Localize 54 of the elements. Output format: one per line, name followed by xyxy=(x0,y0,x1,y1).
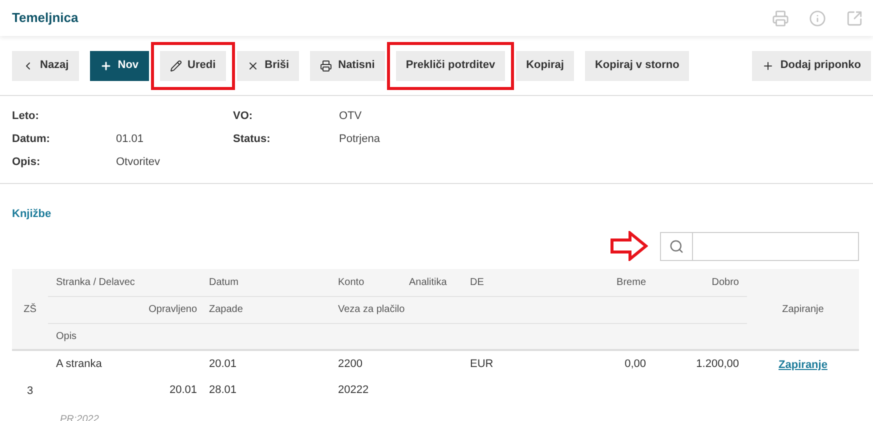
column-header: Zapade xyxy=(205,296,330,323)
back-button[interactable]: Nazaj xyxy=(12,50,79,80)
table-cell: 3 xyxy=(12,350,48,421)
print-button[interactable]: Natisni xyxy=(310,50,385,80)
plain-button[interactable]: Kopiraj v storno xyxy=(584,50,690,80)
column-header: Zapiranje xyxy=(747,269,859,350)
table-cell-text: 20.01 xyxy=(168,383,198,398)
table-cell: EUR xyxy=(462,350,560,377)
pencil-icon xyxy=(170,60,182,72)
field-label: VO: xyxy=(233,109,254,124)
column-header: Analitika xyxy=(405,269,462,296)
table-cell-text: 20222 xyxy=(337,383,370,398)
section-title: Knjižbe xyxy=(12,208,52,220)
column-header: Veza za plačilo xyxy=(330,296,462,323)
column-header: DE xyxy=(462,269,560,296)
plus-icon xyxy=(762,60,774,72)
field-value: Potrjena xyxy=(339,132,380,148)
attach-button[interactable]: Dodaj priponko xyxy=(752,50,871,80)
search-field[interactable] xyxy=(660,232,859,260)
closing-link[interactable]: Zapiranje xyxy=(778,359,828,371)
column-header: ZŠ xyxy=(12,269,48,350)
column-header: Konto xyxy=(330,269,405,296)
column-header: Stranka / Delavec xyxy=(48,269,205,296)
field-label: Datum: xyxy=(12,132,51,148)
close-icon xyxy=(246,60,259,72)
column-header: Dobro xyxy=(650,269,747,296)
table-cell: 0,00 xyxy=(560,350,650,377)
column-header: Opis xyxy=(48,323,747,350)
table-cell-text: 28.01 xyxy=(208,383,238,398)
table-cell: 1.200,00 xyxy=(650,350,747,377)
delete-button[interactable]: Briši xyxy=(236,50,300,80)
window-title: Temeljnica xyxy=(12,9,78,28)
printer-icon[interactable] xyxy=(772,10,789,26)
plus-icon xyxy=(100,60,112,72)
field-value: Otvoritev xyxy=(116,155,162,170)
plain-button[interactable]: Kopiraj xyxy=(516,50,574,80)
column-header: Datum xyxy=(205,269,330,296)
field-value: OTV xyxy=(339,109,362,124)
column-header: Breme xyxy=(560,269,650,296)
search-icon xyxy=(669,238,684,254)
external-link-icon[interactable] xyxy=(846,10,863,26)
primary-button[interactable]: Nov xyxy=(90,50,149,80)
table-cell: A stranka xyxy=(48,350,205,377)
field-label: Opis: xyxy=(12,155,42,170)
info-icon[interactable] xyxy=(809,10,826,26)
column-header: Opravljeno xyxy=(48,296,205,323)
plain-button[interactable]: Prekliči potrditev xyxy=(396,50,506,80)
field-label: Status: xyxy=(233,132,272,148)
edit-button[interactable]: Uredi xyxy=(160,50,226,80)
field-value: 01.01 xyxy=(116,132,145,148)
table-cell: 2200 xyxy=(330,350,405,377)
field-label: Leto: xyxy=(12,109,40,124)
printer-icon xyxy=(320,60,332,72)
table-cell: 20.01 xyxy=(205,350,330,377)
